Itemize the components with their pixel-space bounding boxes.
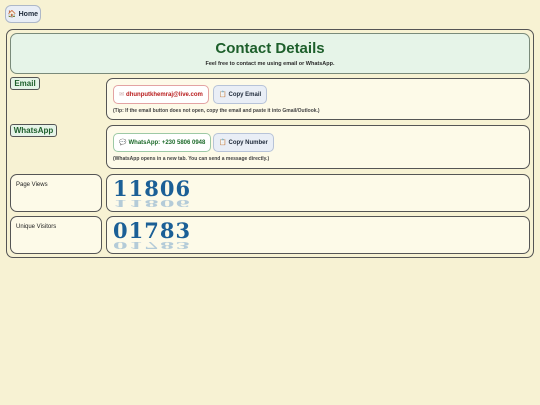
page-subtitle: Feel free to contact me using email or W… [205,61,335,67]
whatsapp-link-button[interactable]: 💬 WhatsApp: +230 5806 0948 [113,133,212,152]
unique-visitors-box: 01783 01783 [106,216,530,254]
whatsapp-box: 💬 WhatsApp: +230 5806 0948 📋 Copy Number… [106,125,530,169]
home-button-label: Home [18,10,39,18]
email-link-button[interactable]: ✉ dhunputkhemraj@live.com [113,85,209,104]
whatsapp-section-label: WhatsApp [10,124,57,137]
email-tip: (Tip: If the email button does not open,… [113,108,320,114]
copy-email-button[interactable]: 📋 Copy Email [213,85,268,104]
whatsapp-note: (WhatsApp opens in a new tab. You can se… [113,156,270,162]
email-box: ✉ dhunputkhemraj@live.com 📋 Copy Email (… [106,78,530,120]
contact-header: Contact Details Feel free to contact me … [10,33,530,74]
chat-icon: 💬 [119,140,127,146]
copy-email-label: Copy Email [228,91,262,98]
unique-visitors-label: Unique Visitors [16,224,57,230]
page-views-reflection: 11806 [113,197,192,209]
whatsapp-number: WhatsApp: +230 5806 0948 [128,139,206,146]
page-views-box: 11806 11806 [106,174,530,212]
email-section-label: Email [10,77,40,90]
clipboard-icon: 📋 [219,140,227,146]
page-views-label-box: Page Views [10,174,102,212]
email-address: dhunputkhemraj@live.com [126,91,203,98]
page-title: Contact Details [215,40,325,57]
unique-visitors-counter: 01783 01783 [113,220,191,271]
page-views-label: Page Views [16,182,48,188]
copy-number-label: Copy Number [228,139,268,146]
unique-visitors-label-box: Unique Visitors [10,216,102,254]
home-icon: 🏠 [7,11,17,18]
home-button[interactable]: 🏠 Home [5,5,41,23]
clipboard-icon: 📋 [219,92,227,98]
copy-number-button[interactable]: 📋 Copy Number [213,133,274,152]
unique-visitors-reflection: 01783 [113,239,192,251]
envelope-icon: ✉ [119,92,125,98]
